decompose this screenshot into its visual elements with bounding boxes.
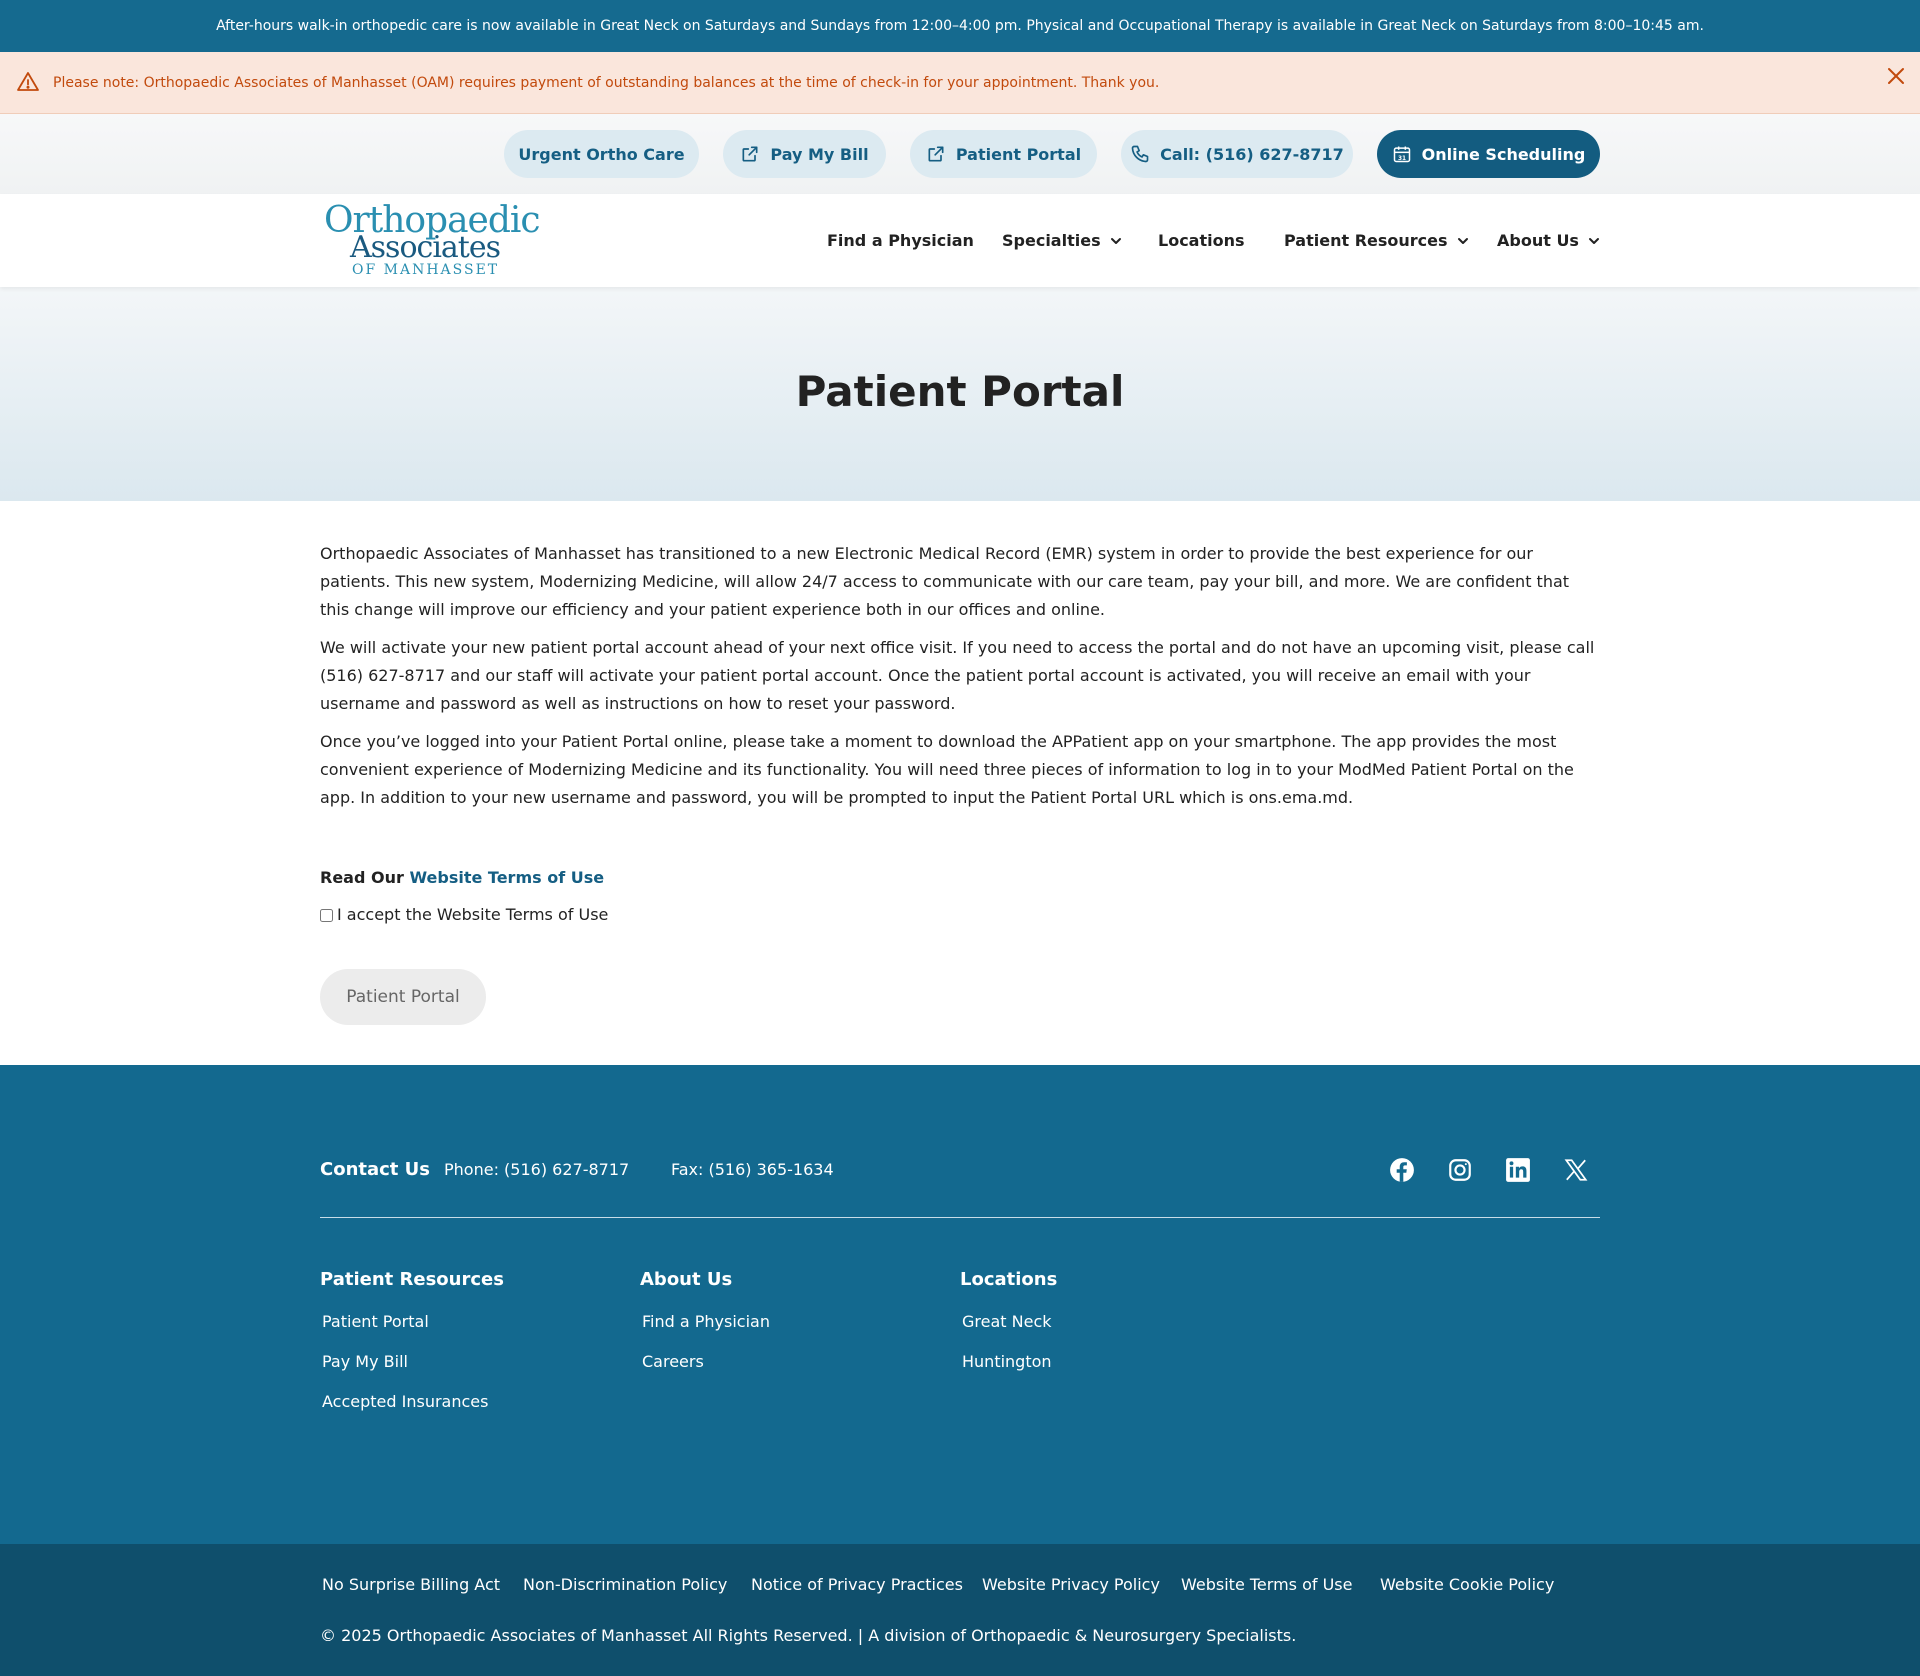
svg-text:31: 31 <box>1398 156 1406 162</box>
legal-link-privacy-practices[interactable]: Notice of Privacy Practices <box>751 1570 963 1600</box>
nav-about-us[interactable]: About Us <box>1497 194 1601 287</box>
legal-link-non-discrimination[interactable]: Non-Discrimination Policy <box>523 1570 727 1600</box>
accept-terms-label: I accept the Website Terms of Use <box>337 905 609 924</box>
calendar-icon: 31 <box>1393 146 1410 163</box>
legal-link-no-surprise-billing[interactable]: No Surprise Billing Act <box>322 1570 500 1600</box>
nav-find-physician-label: Find a Physician <box>827 231 974 250</box>
urgent-ortho-care-label: Urgent Ortho Care <box>518 144 685 164</box>
warning-triangle-icon <box>17 72 39 91</box>
pay-my-bill-button[interactable]: Pay My Bill <box>723 130 886 178</box>
content-paragraph: Once you’ve logged into your Patient Por… <box>320 732 1574 807</box>
contact-title: Contact Us <box>320 1159 431 1180</box>
content-paragraph: We will activate your new patient portal… <box>320 638 1595 713</box>
legal-link-terms-of-use[interactable]: Website Terms of Use <box>1181 1570 1352 1600</box>
phone-icon <box>1131 145 1149 163</box>
footer-link-careers[interactable]: Careers <box>642 1347 704 1377</box>
patient-portal-link-button[interactable]: Patient Portal <box>910 130 1097 178</box>
legal-bar <box>0 1544 1920 1676</box>
footer-link-find-physician[interactable]: Find a Physician <box>642 1307 770 1337</box>
footer-col-title-about-us: About Us <box>640 1269 733 1290</box>
content-paragraph: Orthopaedic Associates of Manhasset has … <box>320 544 1570 619</box>
nav-patient-resources[interactable]: Patient Resources <box>1284 194 1470 287</box>
accept-terms-row[interactable]: I accept the Website Terms of Use <box>320 902 608 928</box>
chevron-down-icon <box>1110 237 1121 244</box>
patient-portal-link-label: Patient Portal <box>955 144 1082 164</box>
call-button[interactable]: Call: (516) 627-8717 <box>1121 130 1353 178</box>
online-scheduling-button[interactable]: 31 Online Scheduling <box>1377 130 1600 178</box>
terms-prefix: Read Our <box>320 868 410 887</box>
chevron-down-icon <box>1588 237 1599 244</box>
footer-link-pay-my-bill[interactable]: Pay My Bill <box>322 1347 408 1377</box>
accept-terms-checkbox[interactable] <box>320 908 333 922</box>
nav-patient-resources-label: Patient Resources <box>1284 231 1448 250</box>
footer-col-title-locations: Locations <box>960 1269 1058 1290</box>
nav-locations-label: Locations <box>1158 231 1245 250</box>
urgent-ortho-care-button[interactable]: Urgent Ortho Care <box>504 130 699 178</box>
nav-specialties[interactable]: Specialties <box>1002 194 1123 287</box>
patient-portal-button[interactable]: Patient Portal <box>320 969 486 1025</box>
nav-locations[interactable]: Locations <box>1158 194 1245 287</box>
utility-bar: Urgent Ortho Care Pay My Bill Patient Po… <box>0 114 1920 194</box>
announcement-text: After-hours walk-in orthopedic care is n… <box>216 18 1704 34</box>
footer-link-huntington[interactable]: Huntington <box>962 1347 1052 1377</box>
nav-about-us-label: About Us <box>1497 231 1579 250</box>
chevron-down-icon <box>1457 237 1468 244</box>
footer-divider <box>320 1217 1600 1218</box>
patient-portal-button-label: Patient Portal <box>346 987 460 1007</box>
logo-line-2: Associates <box>350 230 501 265</box>
site-logo[interactable]: Orthopaedic Associates OF MANHASSET <box>324 202 541 279</box>
legal-link-privacy-policy[interactable]: Website Privacy Policy <box>982 1570 1160 1600</box>
instagram-icon[interactable] <box>1447 1157 1473 1183</box>
footer-link-accepted-insurances[interactable]: Accepted Insurances <box>322 1387 488 1417</box>
external-link-icon <box>742 146 758 162</box>
footer-link-great-neck[interactable]: Great Neck <box>962 1307 1052 1337</box>
terms-heading: Read Our Website Terms of Use <box>320 864 604 892</box>
announcement-bar: After-hours walk-in orthopedic care is n… <box>0 0 1920 52</box>
facebook-icon[interactable] <box>1389 1157 1415 1183</box>
close-icon[interactable] <box>1884 64 1908 88</box>
x-icon[interactable] <box>1563 1157 1589 1183</box>
copyright-text: © 2025 Orthopaedic Associates of Manhass… <box>320 1626 1297 1645</box>
footer-col-title-patient-resources: Patient Resources <box>320 1269 504 1290</box>
main-nav: Orthopaedic Associates OF MANHASSET Find… <box>0 194 1920 287</box>
nav-find-physician[interactable]: Find a Physician <box>827 194 974 287</box>
page-title: Patient Portal <box>795 367 1125 416</box>
contact-fax: Fax: (516) 365-1634 <box>671 1160 834 1179</box>
logo-line-3: OF MANHASSET <box>352 262 500 278</box>
contact-phone[interactable]: Phone: (516) 627-8717 <box>444 1155 629 1185</box>
alert-text: Please note: Orthopaedic Associates of M… <box>53 75 1160 91</box>
alert-banner: Please note: Orthopaedic Associates of M… <box>0 52 1920 114</box>
online-scheduling-label: Online Scheduling <box>1421 144 1586 164</box>
page-hero: Patient Portal <box>0 287 1920 501</box>
terms-of-use-link[interactable]: Website Terms of Use <box>409 868 604 887</box>
external-link-icon <box>928 146 944 162</box>
pay-my-bill-label: Pay My Bill <box>770 144 869 164</box>
legal-link-cookie-policy[interactable]: Website Cookie Policy <box>1380 1570 1554 1600</box>
main-content: Orthopaedic Associates of Manhasset has … <box>320 540 1600 822</box>
footer-link-patient-portal[interactable]: Patient Portal <box>322 1307 429 1337</box>
nav-specialties-label: Specialties <box>1002 231 1101 250</box>
call-label: Call: (516) 627-8717 <box>1160 144 1344 164</box>
linkedin-icon[interactable] <box>1505 1157 1531 1183</box>
footer: Contact Us Phone: (516) 627-8717 Fax: (5… <box>0 1065 1920 1544</box>
